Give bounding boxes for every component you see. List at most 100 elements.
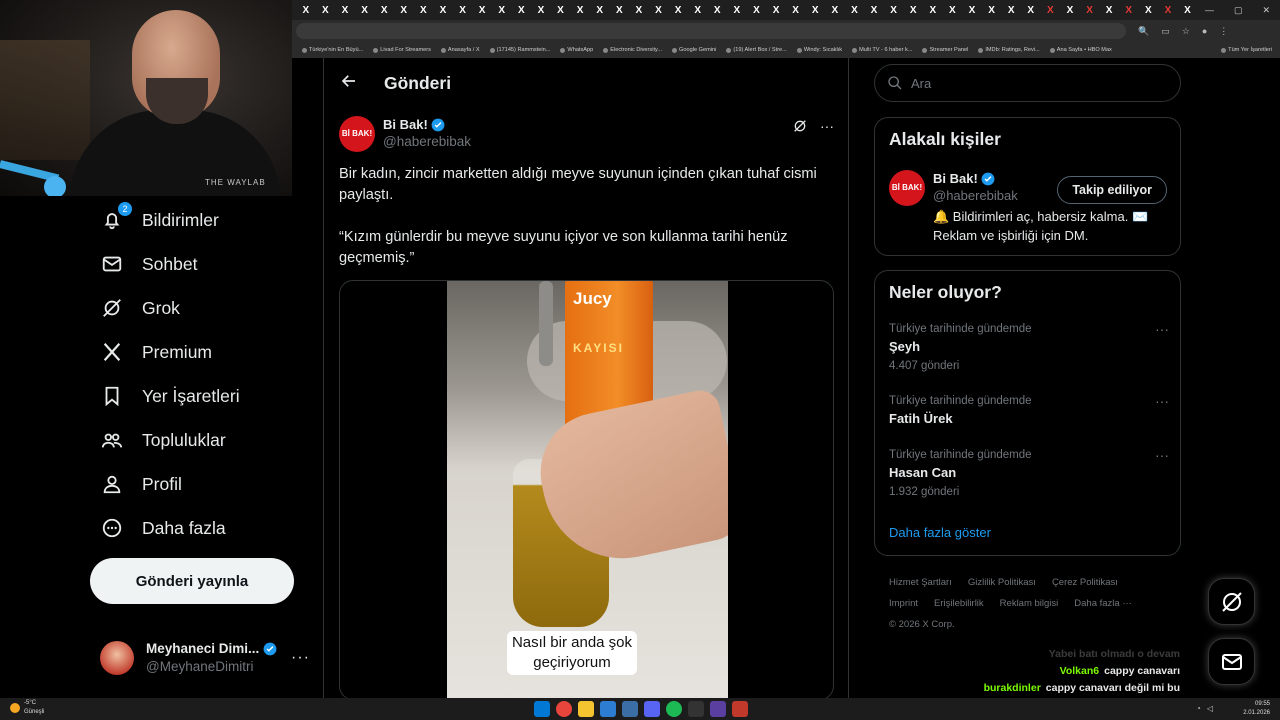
volume-icon[interactable]: ◁ xyxy=(1207,704,1213,713)
footer-link[interactable]: Gizlilik Politikası xyxy=(968,577,1036,588)
browser-tab[interactable]: X xyxy=(296,3,316,17)
steam-icon[interactable] xyxy=(622,701,638,717)
edge-icon[interactable] xyxy=(600,701,616,717)
bookmark-item[interactable]: Google Gemini xyxy=(672,47,716,53)
nav-item-topluluklar[interactable]: Topluluklar xyxy=(90,418,310,462)
minimize-icon[interactable]: — xyxy=(1205,5,1214,16)
browser-tab[interactable]: X xyxy=(551,3,571,17)
browser-tab[interactable]: X xyxy=(766,3,786,17)
avatar[interactable]: Bİ BAK! xyxy=(889,170,925,206)
more-options-icon[interactable]: ··· xyxy=(820,118,834,134)
maximize-icon[interactable]: ▢ xyxy=(1234,5,1243,16)
bookmark-item[interactable]: Livad For Streamers xyxy=(373,47,431,53)
clock[interactable]: 09:55 2.01.2026 xyxy=(1243,700,1270,718)
trend-item[interactable]: Türkiye tarihinde gündemde Hasan Can 1.932… xyxy=(889,447,1169,501)
browser-tab[interactable]: X xyxy=(335,3,355,17)
browser-tab[interactable]: X xyxy=(903,3,923,17)
account-switcher[interactable]: Meyhaneci Dimi... @MeyhaneDimitri ··· xyxy=(100,636,310,680)
browser-tab[interactable]: X xyxy=(747,3,767,17)
browser-tab[interactable]: X xyxy=(316,3,336,17)
nav-item-grok[interactable]: Grok xyxy=(90,286,310,330)
browser-tab[interactable]: X xyxy=(1158,3,1178,17)
nav-item-daha-fazla[interactable]: Daha fazla xyxy=(90,506,310,550)
grok-icon[interactable] xyxy=(792,118,808,137)
browser-tab[interactable]: X xyxy=(1119,3,1139,17)
author-name[interactable]: Bi Bak! xyxy=(383,116,428,133)
more-options-icon[interactable]: ··· xyxy=(1155,321,1169,337)
browser-tab[interactable]: X xyxy=(707,3,727,17)
browser-tab[interactable]: X xyxy=(1041,3,1061,17)
post-media[interactable]: Jucy KAYISI Nasıl bir anda şok geçiriyor… xyxy=(339,280,834,700)
app-icon[interactable] xyxy=(732,701,748,717)
author-avatar[interactable]: Bİ BAK! xyxy=(339,116,375,152)
show-more-link[interactable]: Daha fazla göster xyxy=(889,525,991,540)
more-options-icon[interactable]: ··· xyxy=(1155,393,1169,409)
zoom-icon[interactable]: 🔍 xyxy=(1138,26,1149,37)
cast-icon[interactable]: ▭ xyxy=(1161,26,1170,37)
browser-tab[interactable]: X xyxy=(394,3,414,17)
following-button[interactable]: Takip ediliyor xyxy=(1057,176,1167,204)
file-explorer-icon[interactable] xyxy=(578,701,594,717)
browser-tab[interactable]: X xyxy=(433,3,453,17)
browser-tab[interactable]: X xyxy=(962,3,982,17)
menu-icon[interactable]: ⋮ xyxy=(1219,26,1228,37)
browser-tab[interactable]: X xyxy=(472,3,492,17)
trend-item[interactable]: Türkiye tarihinde gündemde Şeyh 4.407 gönd… xyxy=(889,321,1169,375)
bookmark-item[interactable]: Multi TV - 6 haber k... xyxy=(852,47,912,53)
bookmark-item[interactable]: Windy: Sıcaklık xyxy=(796,47,842,53)
star-icon[interactable]: ☆ xyxy=(1182,26,1190,37)
footer-link[interactable]: Reklam bilgisi xyxy=(1000,598,1059,609)
search-input[interactable] xyxy=(911,75,1151,91)
bookmark-item[interactable]: Türkiye'nin En Büyü... xyxy=(302,47,363,53)
start-icon[interactable] xyxy=(534,701,550,717)
bookmark-item[interactable]: Streamer Panel xyxy=(922,47,968,53)
wifi-icon[interactable]: ◔ xyxy=(1196,704,1201,713)
spotify-icon[interactable] xyxy=(666,701,682,717)
browser-tab[interactable]: X xyxy=(982,3,1002,17)
browser-tab[interactable]: X xyxy=(727,3,747,17)
nav-item-bildirimler[interactable]: 2 Bildirimler xyxy=(90,198,310,242)
messages-fab[interactable] xyxy=(1208,638,1255,685)
all-bookmarks-link[interactable]: Tüm Yer İşaretleri xyxy=(1221,47,1280,53)
browser-tab[interactable]: X xyxy=(923,3,943,17)
footer-link[interactable]: Imprint xyxy=(889,598,918,609)
post-button[interactable]: Gönderi yayınla xyxy=(90,558,294,604)
browser-tab[interactable]: X xyxy=(649,3,669,17)
browser-tab[interactable]: X xyxy=(943,3,963,17)
browser-tab[interactable]: X xyxy=(512,3,532,17)
browser-tab[interactable]: X xyxy=(668,3,688,17)
author-handle[interactable]: @haberebibak xyxy=(383,133,471,150)
profile-icon[interactable]: ● xyxy=(1202,26,1207,37)
bookmark-item[interactable]: Ana Sayfa • HBO Max xyxy=(1049,47,1112,53)
browser-tab[interactable]: X xyxy=(453,3,473,17)
browser-tab[interactable]: X xyxy=(1080,3,1100,17)
browser-tab[interactable]: X xyxy=(610,3,630,17)
browser-tab[interactable]: X xyxy=(1021,3,1041,17)
footer-link[interactable]: Çerez Politikası xyxy=(1052,577,1118,588)
grok-fab[interactable] xyxy=(1208,578,1255,625)
more-options-icon[interactable]: ··· xyxy=(1155,447,1169,463)
related-name[interactable]: Bi Bak! xyxy=(933,170,978,187)
browser-tab[interactable]: X xyxy=(805,3,825,17)
browser-tab[interactable]: X xyxy=(531,3,551,17)
video-player[interactable]: Jucy KAYISI Nasıl bir anda şok geçiriyor… xyxy=(447,281,728,699)
close-icon[interactable]: ✕ xyxy=(1262,5,1270,16)
bookmark-item[interactable]: (19) Alert Box / Stre... xyxy=(726,47,787,53)
browser-tab[interactable]: X xyxy=(845,3,865,17)
search-box[interactable] xyxy=(874,64,1181,102)
nav-item-yer-i̇şaretleri[interactable]: Yer İşaretleri xyxy=(90,374,310,418)
browser-tab[interactable]: X xyxy=(786,3,806,17)
footer-link[interactable]: Daha fazla ··· xyxy=(1074,598,1132,609)
discord-icon[interactable] xyxy=(644,701,660,717)
browser-tab[interactable]: X xyxy=(864,3,884,17)
bookmark-item[interactable]: IMDb: Ratings, Revi... xyxy=(978,47,1040,53)
bookmark-item[interactable]: (17145) Rammstein... xyxy=(489,47,550,53)
bookmark-item[interactable]: Anasayfa / X xyxy=(440,47,480,53)
url-field[interactable] xyxy=(296,23,1126,39)
epic-games-icon[interactable] xyxy=(688,701,704,717)
browser-tab[interactable]: X xyxy=(1060,3,1080,17)
browser-tab[interactable]: X xyxy=(492,3,512,17)
browser-tab[interactable]: X xyxy=(688,3,708,17)
more-icon[interactable]: ··· xyxy=(291,649,310,667)
chrome-icon[interactable] xyxy=(556,701,572,717)
